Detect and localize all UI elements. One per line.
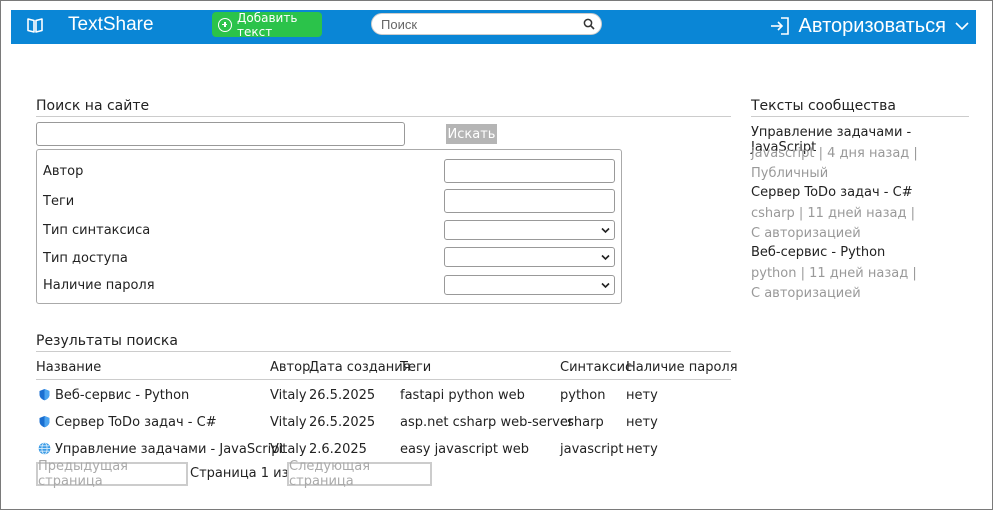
- password-select[interactable]: [444, 275, 615, 295]
- result-syntax: csharp: [560, 415, 604, 430]
- community-heading: Тексты сообщества: [751, 98, 969, 117]
- site-search-heading: Поиск на сайте: [36, 98, 731, 117]
- header-search: [371, 13, 602, 35]
- col-header-date[interactable]: Дата создания: [309, 360, 411, 375]
- plus-circle-icon: [218, 17, 232, 32]
- shield-icon: [39, 416, 50, 428]
- result-author: Vitaly: [270, 415, 307, 430]
- book-icon[interactable]: [26, 16, 44, 34]
- top-navbar: TextShare Добавить текст Авторизоваться: [11, 10, 976, 44]
- shield-icon: [39, 389, 50, 401]
- globe-icon: [38, 442, 51, 455]
- result-password: нету: [626, 442, 658, 457]
- author-field[interactable]: [444, 159, 615, 183]
- community-item-title[interactable]: Веб-сервис - Python: [751, 245, 971, 260]
- col-header-password[interactable]: Наличие пароля: [626, 360, 738, 375]
- result-tags: asp.net csharp web-server: [400, 415, 574, 430]
- search-icon[interactable]: [583, 18, 595, 30]
- chevron-down-icon: [601, 254, 610, 261]
- result-title-link[interactable]: Веб-сервис - Python: [38, 388, 189, 403]
- result-password: нету: [626, 415, 658, 430]
- col-header-author[interactable]: Автор: [270, 360, 310, 375]
- tags-field[interactable]: [444, 189, 615, 213]
- result-date: 26.5.2025: [309, 415, 376, 430]
- result-author: Vitaly: [270, 388, 307, 403]
- results-heading: Результаты поиска: [36, 333, 731, 352]
- access-select[interactable]: [444, 247, 615, 267]
- result-syntax: python: [560, 388, 606, 403]
- filter-label-access: Тип доступа: [43, 251, 128, 266]
- login-icon: [770, 17, 789, 35]
- chevron-down-icon: [955, 22, 969, 31]
- result-tags: easy javascript web: [400, 442, 530, 457]
- result-date: 2.6.2025: [309, 442, 367, 457]
- chevron-down-icon: [601, 227, 610, 234]
- prev-page-button[interactable]: Предыдущая страница: [36, 459, 188, 489]
- filter-panel: Автор Теги Тип синтаксиса Тип доступа На…: [36, 149, 622, 304]
- add-text-button[interactable]: Добавить текст: [212, 10, 322, 39]
- add-text-label: Добавить текст: [237, 10, 298, 39]
- next-page-button[interactable]: Следующая страница: [287, 459, 432, 489]
- table-header-divider: [36, 379, 731, 380]
- community-item-meta: csharp | 11 дней назад | С авторизацией: [751, 206, 915, 241]
- filter-label-tags: Теги: [43, 194, 75, 209]
- community-item-title[interactable]: Сервер ToDo задач - C#: [751, 185, 971, 200]
- col-header-name[interactable]: Название: [36, 360, 101, 375]
- community-item-meta: python | 11 дней назад | С авторизацией: [751, 266, 917, 301]
- filter-label-password: Наличие пароля: [43, 278, 155, 293]
- chevron-down-icon: [601, 282, 610, 289]
- col-header-tags[interactable]: Теги: [400, 360, 431, 375]
- result-author: Vitaly: [270, 442, 307, 457]
- filter-label-author: Автор: [43, 164, 84, 179]
- community-item-meta: javascript | 4 дня назад | Публичный: [751, 146, 918, 181]
- filter-label-syntax: Тип синтаксиса: [43, 223, 151, 238]
- result-password: нету: [626, 388, 658, 403]
- result-title-link[interactable]: Сервер ToDo задач - C#: [38, 415, 217, 430]
- result-syntax: javascript: [560, 442, 624, 457]
- login-label: Авторизоваться: [798, 14, 946, 37]
- header-search-input[interactable]: [381, 16, 576, 32]
- brand-name[interactable]: TextShare: [68, 14, 154, 36]
- page-indicator: Страница 1 из 1: [190, 466, 301, 481]
- search-submit-button[interactable]: Искать: [446, 124, 497, 144]
- page-frame: TextShare Добавить текст Авторизоваться: [0, 0, 993, 510]
- site-search-input[interactable]: [36, 122, 405, 146]
- syntax-select[interactable]: [444, 220, 615, 240]
- result-date: 26.5.2025: [309, 388, 376, 403]
- result-tags: fastapi python web: [400, 388, 525, 403]
- result-title-link[interactable]: Управление задачами - JavaScript: [38, 442, 285, 457]
- login-menu[interactable]: Авторизоваться: [769, 13, 970, 39]
- col-header-syntax[interactable]: Синтаксис: [560, 360, 632, 375]
